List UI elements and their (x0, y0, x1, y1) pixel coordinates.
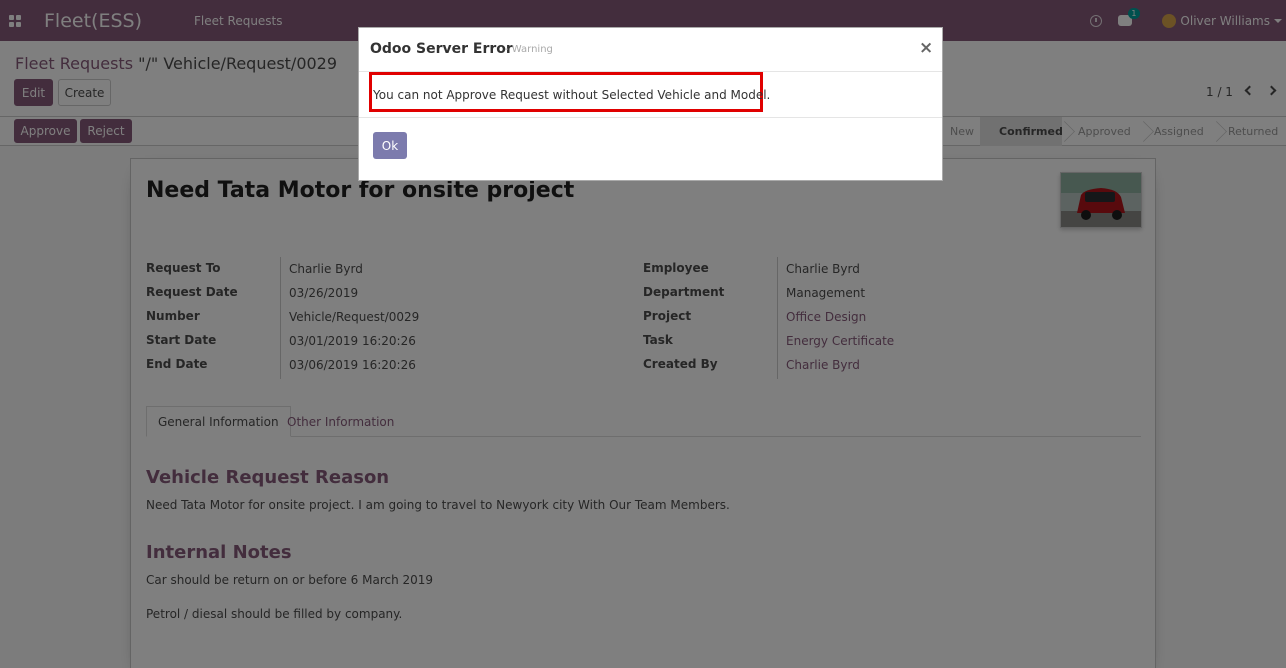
dialog-title: Odoo Server Error (370, 41, 513, 57)
error-dialog: Odoo Server Error - Warning × You can no… (358, 27, 943, 181)
dialog-body: You can not Approve Request without Sele… (359, 72, 942, 118)
dialog-message: You can not Approve Request without Sele… (373, 88, 771, 102)
ok-button[interactable]: Ok (373, 132, 407, 159)
close-icon[interactable]: × (919, 38, 933, 58)
dialog-header: Odoo Server Error - Warning × (359, 28, 942, 72)
dialog-subtitle: - Warning (505, 44, 553, 55)
